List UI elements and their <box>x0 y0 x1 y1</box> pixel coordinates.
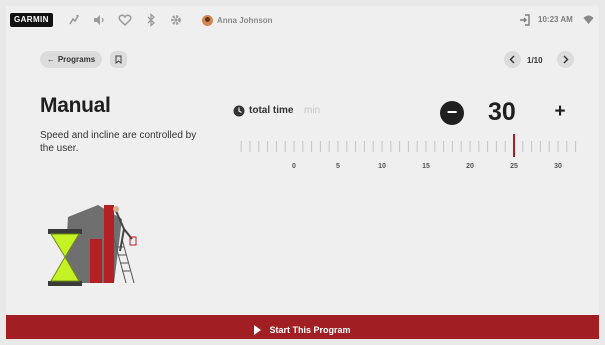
play-icon <box>254 325 262 335</box>
scale-tick-label: 25 <box>510 163 518 170</box>
scale-tick-label: 0 <box>292 163 296 170</box>
start-program-label: Start This Program <box>269 325 351 335</box>
back-label: Programs <box>57 55 96 64</box>
bookmark-button[interactable] <box>110 51 127 68</box>
decrease-time-button[interactable]: − <box>440 101 464 125</box>
program-screen: GARMIN Anna Johnson 10:23 AM ← Programs … <box>6 6 599 339</box>
previous-program-button[interactable] <box>504 51 521 68</box>
user-profile[interactable]: Anna Johnson <box>202 13 273 27</box>
time-scale-slider[interactable]: 0 5 10 15 20 25 30 <box>234 132 579 172</box>
program-description: Speed and incline are controlled by the … <box>40 130 197 154</box>
plus-icon: + <box>554 101 566 122</box>
volume-icon[interactable] <box>92 13 106 27</box>
cadence-icon[interactable] <box>67 13 81 27</box>
total-time-value: 30 <box>488 98 516 126</box>
minus-icon: − <box>446 102 458 122</box>
increase-time-button[interactable]: + <box>548 101 572 125</box>
clock-icon <box>233 105 245 117</box>
start-program-button[interactable]: Start This Program <box>6 315 599 339</box>
scale-tick-label: 30 <box>554 163 562 170</box>
scale-tick-label: 5 <box>336 163 340 170</box>
chevron-right-icon <box>563 55 569 64</box>
wifi-icon[interactable] <box>583 14 594 25</box>
logout-icon[interactable] <box>518 13 532 27</box>
scale-tick-label: 10 <box>378 163 386 170</box>
heart-icon[interactable] <box>118 13 132 27</box>
total-time-label: total time <box>249 105 294 116</box>
arrow-left-icon: ← <box>46 55 55 64</box>
scale-tick-label: 20 <box>466 163 474 170</box>
total-time-unit: min <box>304 105 321 116</box>
bookmark-icon <box>115 55 122 64</box>
program-pager: 1/10 <box>527 56 543 65</box>
next-program-button[interactable] <box>557 51 574 68</box>
settings-icon[interactable] <box>169 13 183 27</box>
brand-logo: GARMIN <box>10 13 53 27</box>
time-scale: 0 5 10 15 20 25 30 <box>240 134 577 170</box>
avatar <box>202 14 213 26</box>
scale-tick-label: 15 <box>422 163 430 170</box>
program-title: Manual <box>40 94 111 117</box>
user-name: Anna Johnson <box>217 15 273 25</box>
chevron-left-icon <box>509 55 515 64</box>
clock: 10:23 AM <box>538 15 573 24</box>
status-bar: GARMIN Anna Johnson 10:23 AM <box>6 6 599 34</box>
bluetooth-icon[interactable] <box>144 13 158 27</box>
program-illustration <box>48 205 137 286</box>
back-to-programs-button[interactable]: ← Programs <box>40 51 102 68</box>
